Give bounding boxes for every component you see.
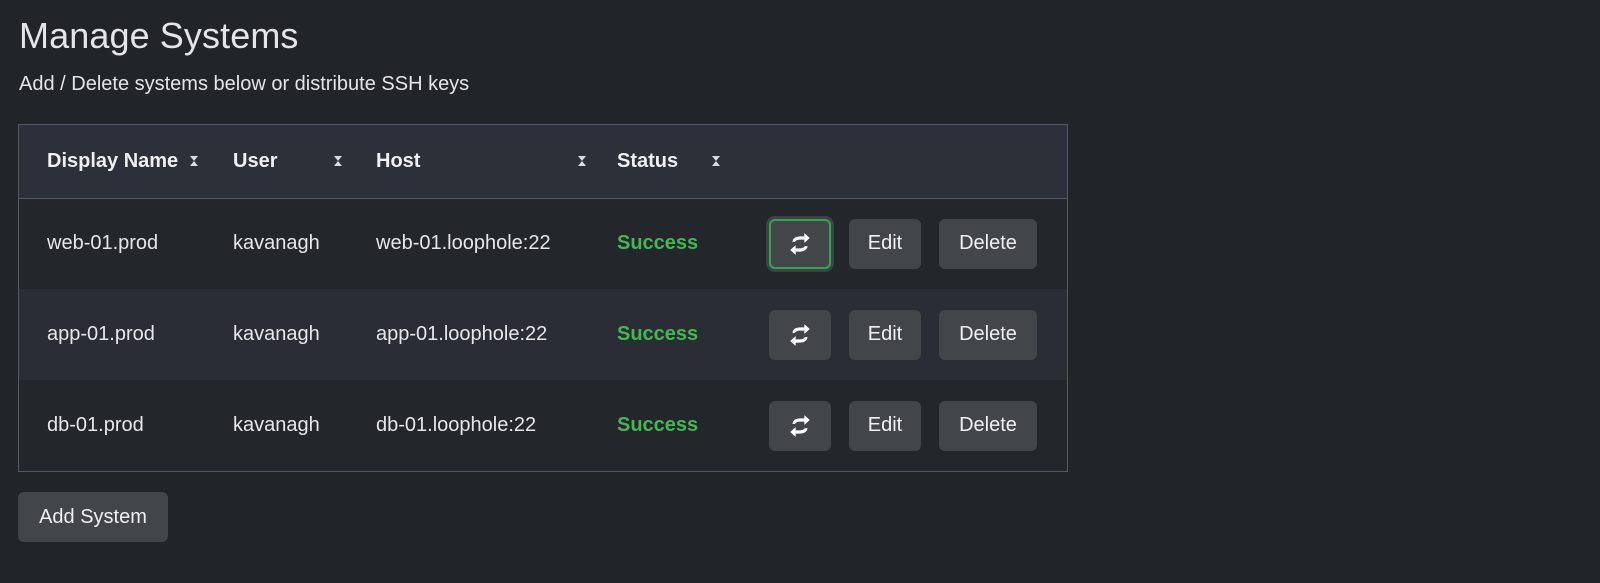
sync-icon [790,414,810,437]
cell-display-name: db-01.prod [47,414,144,436]
status-badge: Success [617,323,699,345]
table-row: web-01.prod kavanagh web-01.loophole:22 … [19,198,1067,289]
cell-host: web-01.loophole:22 [376,232,551,255]
systems-table: Display Name User Host Status web-01.pro… [18,124,1068,472]
sync-icon [790,323,810,346]
edit-button[interactable]: Edit [849,400,921,451]
column-header-label: Status [617,149,679,172]
cell-display-name: app-01.prod [47,323,155,345]
cell-status: Success [617,380,754,471]
column-header-host[interactable]: Host [376,125,617,198]
add-system-button[interactable]: Add System [18,492,168,542]
cell-host: db-01.loophole:22 [376,414,537,436]
sort-icon[interactable] [711,155,721,167]
cell-user: kavanagh [233,323,320,345]
cell-actions: Edit Delete [754,289,1067,380]
delete-button[interactable]: Delete [939,218,1037,269]
sync-button[interactable] [769,218,831,269]
cell-user: kavanagh [233,232,320,255]
cell-actions: Edit Delete [754,380,1067,471]
page-title: Manage Systems [19,15,299,56]
cell-actions: Edit Delete [754,198,1067,289]
sync-button[interactable] [769,309,831,360]
sort-icon[interactable] [189,155,199,167]
table-header-row: Display Name User Host Status [19,125,1067,198]
cell-user: kavanagh [233,414,320,436]
edit-button[interactable]: Edit [849,309,921,360]
status-badge: Success [617,414,699,436]
column-header-label: Display Name [47,149,179,172]
column-header-user[interactable]: User [233,125,376,198]
column-header-actions [754,125,1067,198]
page-subtitle: Add / Delete systems below or distribute… [19,73,470,95]
delete-button[interactable]: Delete [939,309,1037,360]
column-header-label: User [233,149,278,172]
sort-icon[interactable] [333,155,343,167]
cell-host: app-01.loophole:22 [376,323,548,345]
table-row: db-01.prod kavanagh db-01.loophole:22 Su… [19,380,1067,471]
sync-icon [790,232,810,255]
cell-display-name: web-01.prod [47,232,159,255]
edit-button[interactable]: Edit [849,218,921,269]
status-badge: Success [617,232,699,255]
delete-button[interactable]: Delete [939,400,1037,451]
column-header-status[interactable]: Status [617,125,754,198]
column-header-label: Host [376,149,421,172]
sort-icon[interactable] [577,155,587,167]
cell-status: Success [617,289,754,380]
cell-status: Success [617,198,754,289]
column-header-display-name[interactable]: Display Name [19,125,233,198]
sync-button[interactable] [769,400,831,451]
table-row: app-01.prod kavanagh app-01.loophole:22 … [19,289,1067,380]
